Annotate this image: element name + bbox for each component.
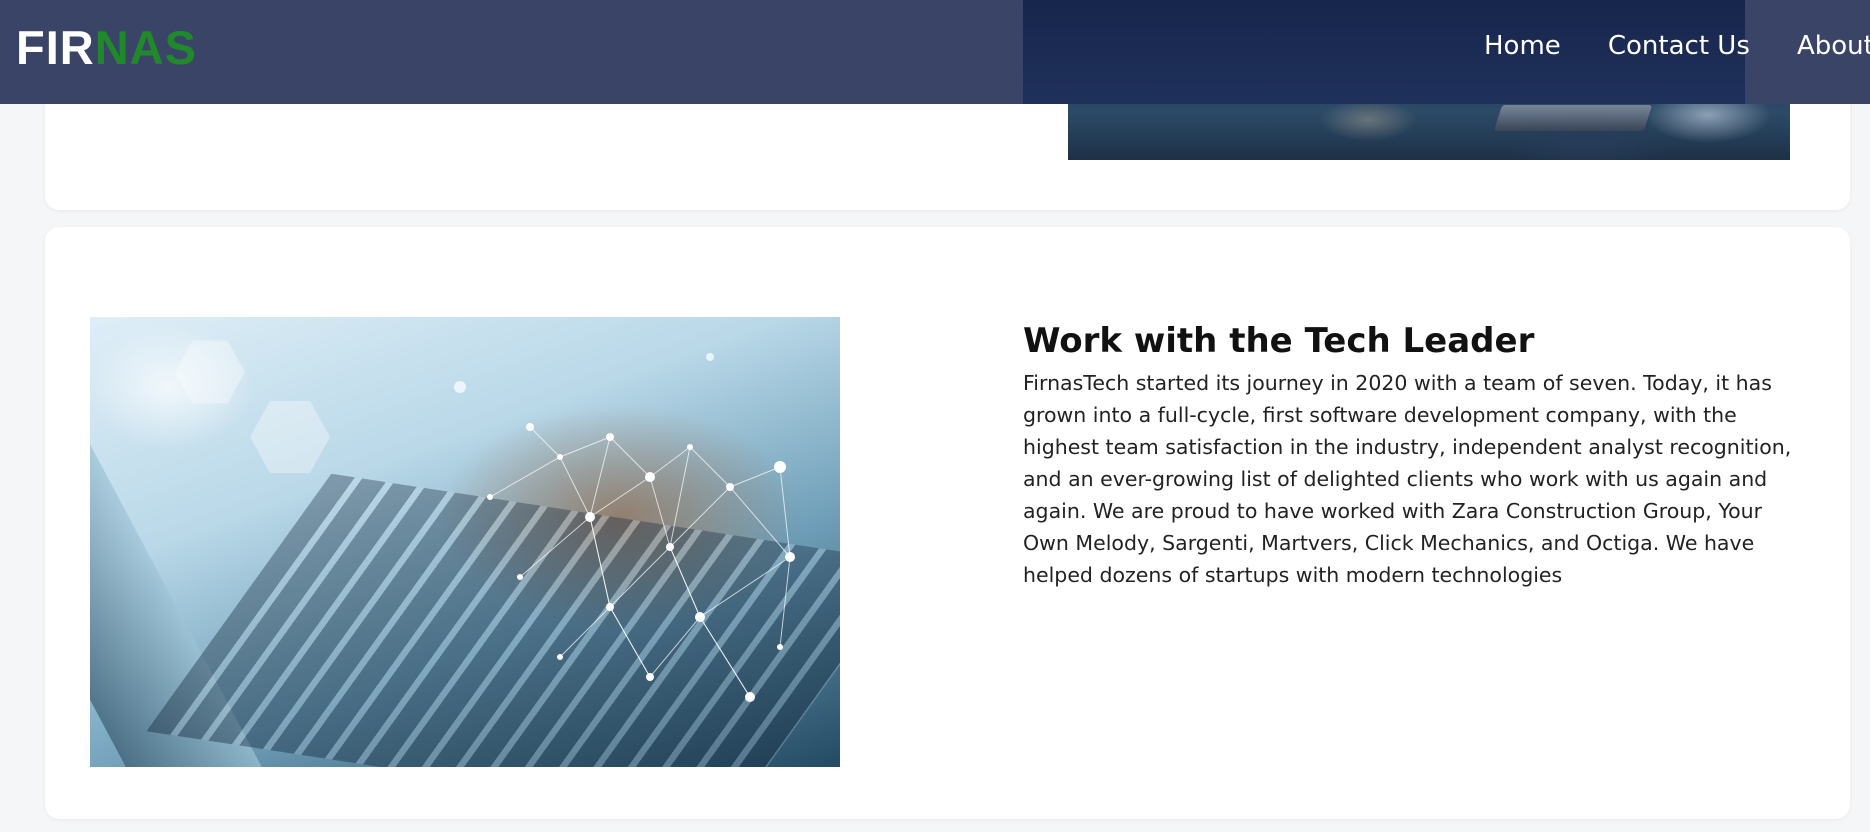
logo-text-accent: NAS bbox=[94, 21, 197, 74]
section-title: Work with the Tech Leader bbox=[1023, 321, 1535, 361]
nav-link-contact-us[interactable]: Contact Us bbox=[1608, 26, 1750, 66]
laptop-typing-image bbox=[90, 317, 840, 767]
section-body-text: FirnasTech started its journey in 2020 w… bbox=[1023, 371, 1792, 587]
logo[interactable]: FIRNAS bbox=[16, 18, 197, 78]
navbar: FIRNAS Home Contact Us About U bbox=[0, 0, 1870, 104]
laptop-shape bbox=[1493, 105, 1653, 131]
nav-link-home[interactable]: Home bbox=[1484, 26, 1561, 66]
logo-text-primary: FIR bbox=[16, 21, 95, 74]
tech-leader-section-card: Work with the Tech Leader FirnasTech sta… bbox=[45, 227, 1850, 819]
network-overlay bbox=[454, 353, 795, 702]
nav-links: Home Contact Us About U bbox=[1484, 26, 1870, 66]
nav-link-about-us[interactable]: About U bbox=[1797, 26, 1870, 66]
